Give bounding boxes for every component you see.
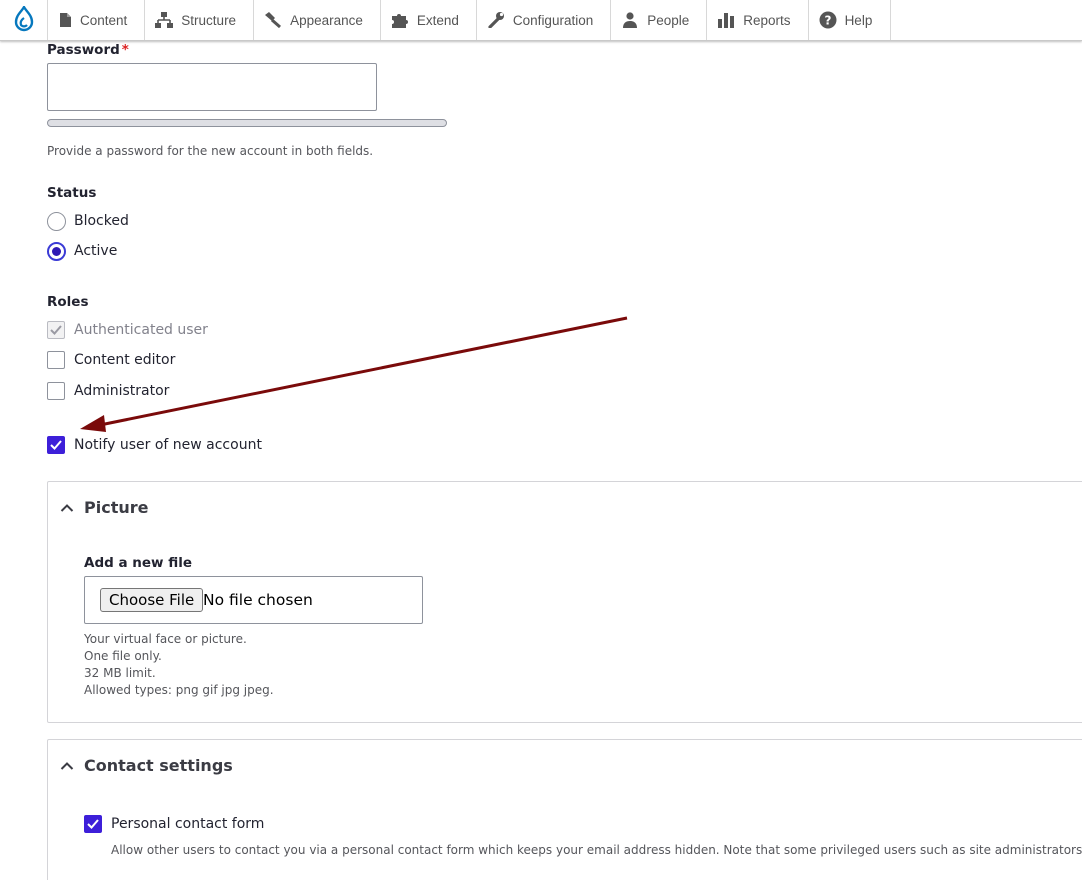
picture-description: Your virtual face or picture. One file o…: [84, 631, 274, 699]
status-active-radio[interactable]: [47, 242, 66, 261]
structure-icon: [155, 12, 174, 28]
toolbar-item-label: Content: [80, 12, 128, 28]
toolbar-item-reports[interactable]: Reports: [707, 0, 809, 40]
checkmark-icon: [50, 325, 62, 335]
people-icon: [621, 12, 639, 28]
status-blocked-radio[interactable]: [47, 212, 66, 231]
admin-toolbar: Content Structure Appearance Extend Conf…: [0, 0, 1082, 41]
toolbar-item-label: Extend: [416, 12, 459, 28]
role-authenticated-label: Authenticated user: [74, 322, 208, 338]
toolbar-item-label: People: [647, 12, 690, 28]
picture-description-line: Allowed types: png gif jpg jpeg.: [84, 683, 274, 697]
toolbar-item-content[interactable]: Content: [48, 0, 146, 40]
toolbar-item-help[interactable]: ? Help: [809, 0, 892, 40]
svg-text:?: ?: [824, 14, 831, 28]
personal-contact-form-label[interactable]: Personal contact form: [111, 816, 264, 832]
annotation-arrow-head: [80, 415, 106, 432]
status-blocked-label[interactable]: Blocked: [74, 213, 129, 229]
choose-file-button[interactable]: Choose File: [100, 588, 204, 612]
toolbar-item-structure[interactable]: Structure: [145, 0, 255, 40]
toolbar-item-label: Structure: [181, 12, 237, 28]
role-content-editor-checkbox[interactable]: [47, 351, 65, 369]
content-icon: [58, 12, 72, 28]
picture-summary[interactable]: Picture: [60, 498, 148, 517]
chevron-up-icon: [60, 761, 74, 770]
notify-user-checkbox[interactable]: [47, 436, 65, 454]
notify-user-label[interactable]: Notify user of new account: [74, 437, 262, 453]
password-strength-meter: [47, 119, 447, 127]
role-administrator-label[interactable]: Administrator: [74, 383, 169, 399]
password-label-text: Password: [47, 42, 120, 58]
chevron-up-icon: [60, 503, 74, 512]
personal-contact-form-description: Allow other users to contact you via a p…: [111, 843, 1082, 857]
role-authenticated-checkbox: [47, 321, 65, 339]
toolbar-item-label: Configuration: [512, 12, 594, 28]
file-status-text: No file chosen: [203, 591, 313, 609]
add-file-label: Add a new file: [84, 555, 193, 571]
toolbar-item-label: Appearance: [290, 12, 363, 28]
toolbar-item-label: Reports: [743, 12, 791, 28]
toolbar-item-label: Help: [844, 12, 873, 28]
checkmark-icon: [87, 819, 99, 829]
contact-settings-title: Contact settings: [84, 756, 233, 775]
appearance-icon: [264, 12, 282, 28]
help-icon: ?: [819, 11, 837, 29]
required-marker: *: [121, 42, 129, 58]
picture-title: Picture: [84, 498, 149, 517]
password-label: Password *: [47, 42, 129, 58]
contact-settings-summary[interactable]: Contact settings: [60, 756, 233, 775]
picture-description-line: Your virtual face or picture.: [84, 632, 247, 646]
picture-description-line: 32 MB limit.: [84, 666, 156, 680]
toolbar-item-people[interactable]: People: [611, 0, 708, 40]
status-label: Status: [47, 185, 97, 201]
roles-label: Roles: [47, 294, 89, 310]
checkmark-icon: [50, 440, 62, 450]
personal-contact-form-checkbox[interactable]: [84, 815, 102, 833]
status-active-label[interactable]: Active: [74, 243, 117, 259]
role-content-editor-label[interactable]: Content editor: [74, 352, 175, 368]
toolbar-item-appearance[interactable]: Appearance: [254, 0, 381, 40]
extend-icon: [391, 12, 409, 28]
drupal-logo-icon[interactable]: [0, 0, 48, 40]
password-input[interactable]: [47, 63, 377, 111]
picture-description-line: One file only.: [84, 649, 162, 663]
password-description: Provide a password for the new account i…: [47, 144, 374, 158]
reports-icon: [717, 12, 735, 28]
toolbar-item-extend[interactable]: Extend: [381, 0, 477, 40]
role-administrator-checkbox[interactable]: [47, 382, 65, 400]
toolbar-item-configuration[interactable]: Configuration: [477, 0, 612, 40]
configuration-icon: [487, 12, 505, 28]
